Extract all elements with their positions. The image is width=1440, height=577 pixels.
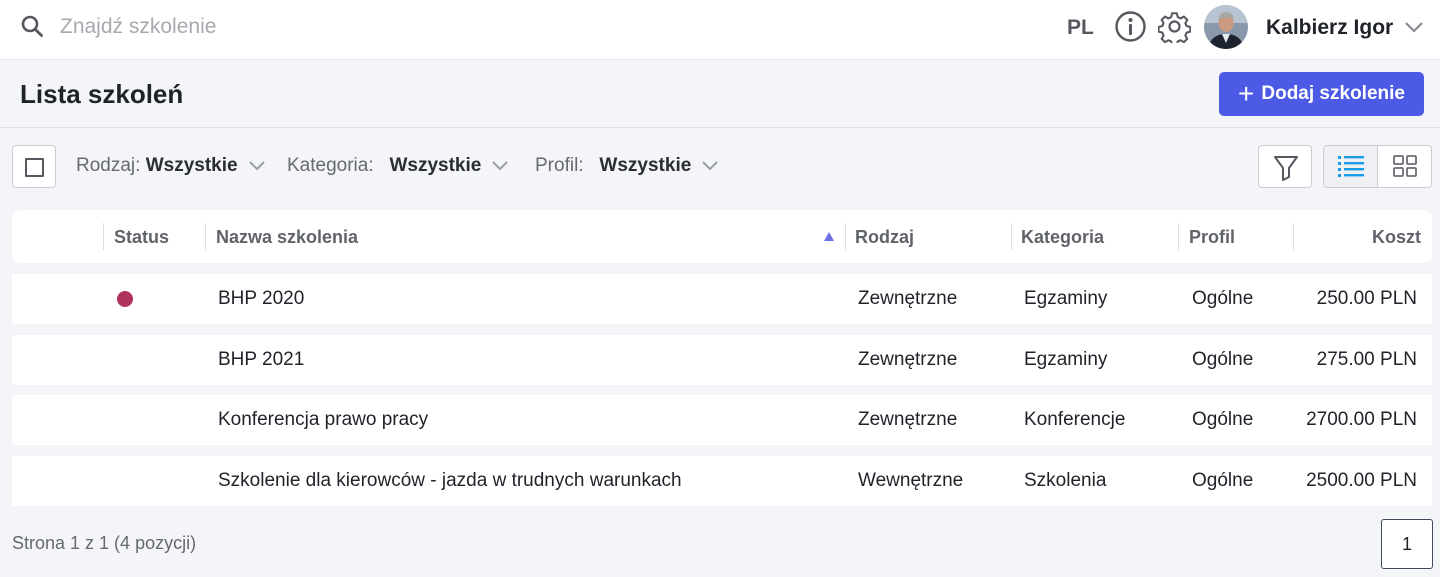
column-separator bbox=[1011, 223, 1012, 250]
cell-koszt: 275.00 PLN bbox=[1316, 349, 1417, 370]
table-row[interactable]: Konferencja prawo pracy Zewnętrzne Konfe… bbox=[12, 395, 1432, 445]
cell-profil: Ogólne bbox=[1192, 470, 1254, 491]
language-selector[interactable]: PL bbox=[1067, 16, 1094, 40]
cell-profil: Ogólne bbox=[1192, 288, 1254, 309]
add-training-button[interactable]: + Dodaj szkolenie bbox=[1219, 72, 1424, 116]
cell-name: Szkolenie dla kierowców - jazda w trudny… bbox=[218, 470, 682, 491]
cell-profil: Ogólne bbox=[1192, 349, 1254, 370]
column-header-name[interactable]: Nazwa szkolenia bbox=[216, 227, 358, 248]
filter-value: Wszystkie bbox=[599, 155, 692, 176]
chevron-down-icon bbox=[248, 161, 265, 171]
filter-button[interactable] bbox=[1258, 145, 1312, 188]
column-separator bbox=[205, 223, 206, 250]
cell-rodzaj: Zewnętrzne bbox=[858, 349, 958, 370]
cell-kategoria: Konferencje bbox=[1024, 409, 1126, 430]
search-icon[interactable] bbox=[20, 14, 44, 38]
column-header-status[interactable]: Status bbox=[114, 227, 169, 248]
cell-name: Konferencja prawo pracy bbox=[218, 409, 429, 430]
filter-value: Wszystkie bbox=[145, 155, 238, 176]
info-icon[interactable] bbox=[1114, 10, 1147, 43]
gear-icon[interactable] bbox=[1158, 10, 1191, 43]
filter-value: Wszystkie bbox=[389, 155, 482, 176]
filter-label: Profil: bbox=[535, 155, 584, 176]
cell-koszt: 2500.00 PLN bbox=[1306, 470, 1417, 491]
column-separator bbox=[845, 223, 846, 250]
filter-profil[interactable]: Profil: Wszystkie bbox=[535, 155, 719, 177]
view-toggle bbox=[1323, 145, 1432, 188]
column-separator bbox=[1293, 223, 1294, 250]
plus-icon: + bbox=[1238, 78, 1255, 109]
filter-kategoria[interactable]: Kategoria: Wszystkie bbox=[287, 155, 509, 177]
grid-view-button[interactable] bbox=[1378, 146, 1431, 187]
cell-kategoria: Egzaminy bbox=[1024, 349, 1108, 370]
sort-ascending-icon[interactable] bbox=[824, 232, 834, 241]
filter-label: Rodzaj: bbox=[76, 155, 141, 176]
column-header-koszt[interactable]: Koszt bbox=[1372, 227, 1421, 248]
cell-kategoria: Szkolenia bbox=[1024, 470, 1107, 491]
table-row[interactable]: Szkolenie dla kierowców - jazda w trudny… bbox=[12, 456, 1432, 506]
column-header-rodzaj[interactable]: Rodzaj bbox=[855, 227, 914, 248]
cell-kategoria: Egzaminy bbox=[1024, 288, 1108, 309]
table-row[interactable]: BHP 2021 Zewnętrzne Egzaminy Ogólne 275.… bbox=[12, 335, 1432, 385]
column-header-kategoria[interactable]: Kategoria bbox=[1021, 227, 1104, 248]
cell-rodzaj: Zewnętrzne bbox=[858, 409, 958, 430]
divider bbox=[0, 127, 1440, 128]
filter-label: Kategoria: bbox=[287, 155, 374, 176]
table-header: Status Nazwa szkolenia Rodzaj Kategoria … bbox=[12, 210, 1432, 263]
cell-koszt: 2700.00 PLN bbox=[1306, 409, 1417, 430]
cell-name: BHP 2021 bbox=[218, 349, 305, 370]
add-training-label: Dodaj szkolenie bbox=[1261, 83, 1405, 104]
funnel-icon bbox=[1274, 156, 1298, 181]
checkbox-icon bbox=[25, 158, 44, 177]
column-separator bbox=[103, 223, 104, 250]
table-row[interactable]: BHP 2020 Zewnętrzne Egzaminy Ogólne 250.… bbox=[12, 274, 1432, 324]
cell-name: BHP 2020 bbox=[218, 288, 305, 309]
user-name[interactable]: Kalbierz Igor bbox=[1266, 16, 1393, 40]
list-view-icon bbox=[1338, 156, 1364, 177]
chevron-down-icon bbox=[702, 161, 719, 171]
filter-rodzaj[interactable]: Rodzaj: Wszystkie bbox=[76, 155, 266, 177]
status-dot bbox=[117, 291, 133, 307]
column-header-profil[interactable]: Profil bbox=[1189, 227, 1235, 248]
pagination-info: Strona 1 z 1 (4 pozycji) bbox=[12, 533, 197, 553]
column-separator bbox=[1178, 223, 1179, 250]
top-bar: PL Kalbierz Igor bbox=[0, 0, 1440, 60]
cell-profil: Ogólne bbox=[1192, 409, 1254, 430]
page-title: Lista szkoleń bbox=[20, 79, 184, 109]
grid-view-icon bbox=[1393, 155, 1417, 177]
avatar[interactable] bbox=[1204, 5, 1248, 49]
select-all-checkbox[interactable] bbox=[12, 145, 56, 188]
search-input[interactable] bbox=[60, 12, 660, 42]
page-button[interactable]: 1 bbox=[1381, 519, 1433, 569]
chevron-down-icon[interactable] bbox=[1404, 20, 1424, 34]
cell-rodzaj: Zewnętrzne bbox=[858, 288, 958, 309]
cell-rodzaj: Wewnętrzne bbox=[858, 470, 964, 491]
chevron-down-icon bbox=[492, 161, 509, 171]
list-view-button[interactable] bbox=[1324, 146, 1378, 187]
cell-koszt: 250.00 PLN bbox=[1316, 288, 1417, 309]
